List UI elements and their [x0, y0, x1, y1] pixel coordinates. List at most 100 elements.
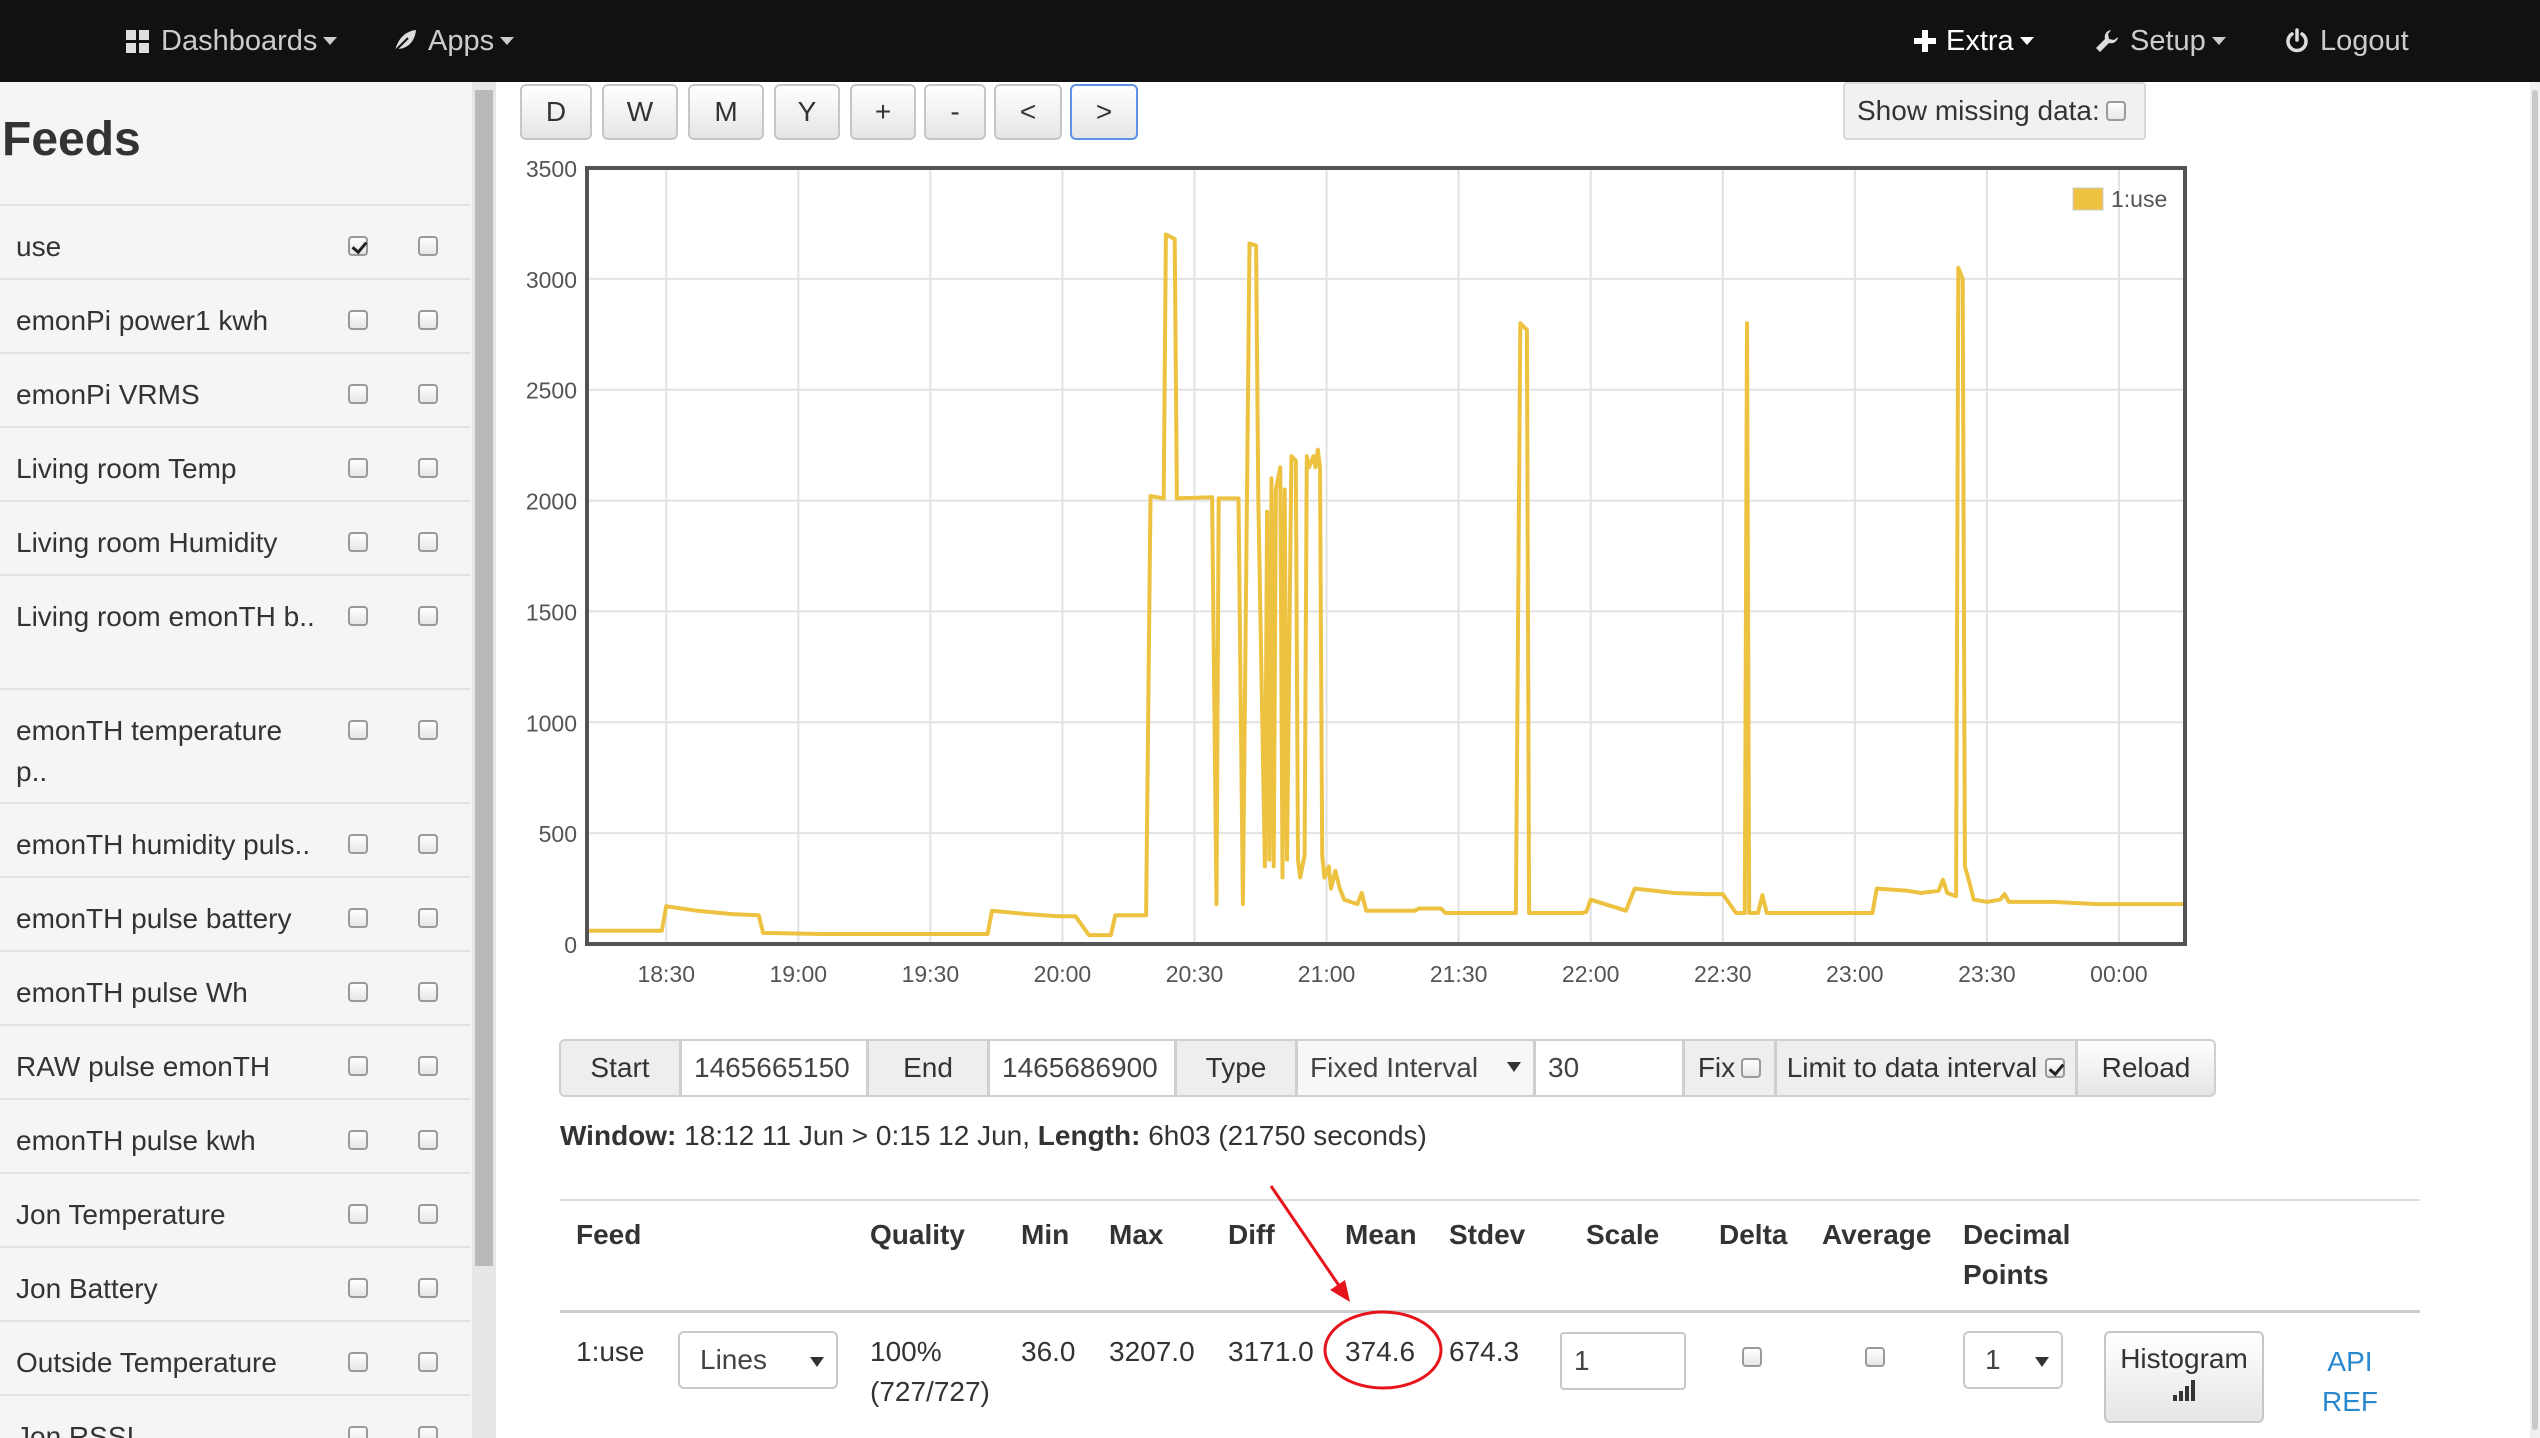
feed-row[interactable]: emonPi VRMS	[0, 352, 470, 426]
nav-setup[interactable]: Setup	[2094, 0, 2226, 82]
time-button[interactable]: M	[688, 84, 764, 140]
feed-row[interactable]: Living room emonTH b..	[0, 574, 470, 688]
legend-label: 1:use	[2111, 186, 2167, 212]
feed-row[interactable]: emonTH humidity puls..	[0, 802, 470, 876]
time-button[interactable]: +	[850, 84, 916, 140]
plot-type-select[interactable]: Lines	[678, 1331, 838, 1389]
limit-checkbox[interactable]	[2045, 1058, 2066, 1078]
reload-button[interactable]: Reload	[2076, 1039, 2216, 1097]
feed-name: Outside Temperature	[16, 1347, 277, 1378]
feed-right-axis-checkbox[interactable]	[418, 236, 438, 256]
scale-input[interactable]: 1	[1560, 1332, 1686, 1390]
feed-right-axis-checkbox[interactable]	[418, 1056, 438, 1076]
nav-apps[interactable]: Apps	[392, 0, 515, 82]
time-button[interactable]: <	[994, 84, 1062, 140]
nav-dashboards[interactable]: Dashboards	[126, 0, 338, 82]
type-select[interactable]: Fixed Interval	[1296, 1039, 1535, 1097]
time-button[interactable]: W	[602, 84, 678, 140]
average-checkbox[interactable]	[1865, 1347, 1885, 1367]
feed-right-axis-checkbox[interactable]	[418, 310, 438, 330]
histogram-button[interactable]: Histogram	[2104, 1331, 2264, 1423]
feed-row[interactable]: Jon Battery	[0, 1246, 470, 1320]
feed-right-axis-checkbox[interactable]	[418, 532, 438, 552]
delta-checkbox[interactable]	[1742, 1347, 1762, 1367]
feed-left-axis-checkbox[interactable]	[348, 834, 368, 854]
time-button[interactable]: -	[924, 84, 986, 140]
feed-row[interactable]: emonTH pulse kwh	[0, 1098, 470, 1172]
feed-left-axis-checkbox[interactable]	[348, 908, 368, 928]
time-button[interactable]: Y	[774, 84, 840, 140]
x-tick-label: 18:30	[637, 961, 695, 987]
feed-left-axis-checkbox[interactable]	[348, 606, 368, 626]
feed-left-axis-checkbox[interactable]	[348, 532, 368, 552]
feed-left-axis-checkbox[interactable]	[348, 1204, 368, 1224]
feed-left-axis-checkbox[interactable]	[348, 1130, 368, 1150]
feed-row[interactable]: Jon Temperature	[0, 1172, 470, 1246]
plot-area	[587, 168, 2185, 944]
type-label: Type	[1175, 1039, 1297, 1097]
feed-left-axis-checkbox[interactable]	[348, 458, 368, 478]
caret-down-icon	[323, 37, 338, 45]
quality-detail: (727/727)	[870, 1376, 990, 1407]
feed-left-axis-checkbox[interactable]	[348, 236, 368, 256]
page-scrollbar-thumb[interactable]	[2532, 90, 2538, 1430]
feed-left-axis-checkbox[interactable]	[348, 310, 368, 330]
feed-left-axis-checkbox[interactable]	[348, 720, 368, 740]
nav-logout[interactable]: Logout	[2284, 0, 2409, 82]
time-button[interactable]: >	[1070, 84, 1138, 140]
interval-input[interactable]: 30	[1534, 1039, 1684, 1097]
feed-right-axis-checkbox[interactable]	[418, 1130, 438, 1150]
feed-right-axis-checkbox[interactable]	[418, 908, 438, 928]
feed-left-axis-checkbox[interactable]	[348, 1426, 368, 1438]
feed-right-axis-checkbox[interactable]	[418, 606, 438, 626]
feed-right-axis-checkbox[interactable]	[418, 1352, 438, 1372]
dashboard-grid-icon	[126, 29, 149, 53]
feed-name: Jon RSSI	[16, 1421, 135, 1438]
feed-left-axis-checkbox[interactable]	[348, 1056, 368, 1076]
feed-left-axis-checkbox[interactable]	[348, 1278, 368, 1298]
feed-right-axis-checkbox[interactable]	[418, 1426, 438, 1438]
time-button[interactable]: D	[520, 84, 592, 140]
nav-setup-label: Setup	[2130, 24, 2206, 57]
feed-row[interactable]: Outside Temperature	[0, 1320, 470, 1394]
x-tick-label: 21:30	[1430, 961, 1488, 987]
fix-checkbox[interactable]	[1741, 1058, 1762, 1078]
end-input[interactable]: 1465686900	[988, 1039, 1176, 1097]
feed-row[interactable]: use	[0, 204, 470, 278]
header-decimal: Decimal Points	[1963, 1215, 2070, 1295]
decimal-points-select[interactable]: 1	[1963, 1331, 2063, 1389]
row-diff: 3171.0	[1228, 1336, 1314, 1367]
y-tick-label: 2000	[526, 489, 577, 515]
feed-left-axis-checkbox[interactable]	[348, 384, 368, 404]
feed-row[interactable]: emonTH pulse battery	[0, 876, 470, 950]
x-tick-label: 22:00	[1562, 961, 1620, 987]
feed-name: RAW pulse emonTH	[16, 1051, 271, 1082]
x-tick-label: 22:30	[1694, 961, 1752, 987]
feed-row[interactable]: Living room Temp	[0, 426, 470, 500]
feed-right-axis-checkbox[interactable]	[418, 720, 438, 740]
feed-row[interactable]: emonTH temperature p..	[0, 688, 470, 802]
api-ref-link[interactable]: API REF	[2310, 1342, 2390, 1422]
plus-icon	[1914, 30, 1936, 52]
nav-extra[interactable]: Extra	[1914, 0, 2034, 82]
feed-row[interactable]: Jon RSSI	[0, 1394, 470, 1438]
feed-right-axis-checkbox[interactable]	[418, 834, 438, 854]
feed-row[interactable]: RAW pulse emonTH	[0, 1024, 470, 1098]
feed-right-axis-checkbox[interactable]	[418, 384, 438, 404]
sidebar-scrollbar-thumb[interactable]	[475, 90, 493, 1266]
feed-left-axis-checkbox[interactable]	[348, 982, 368, 1002]
length-value: 6h03 (21750 seconds)	[1140, 1120, 1427, 1151]
feed-right-axis-checkbox[interactable]	[418, 982, 438, 1002]
feed-row[interactable]: Living room Humidity	[0, 500, 470, 574]
feed-row[interactable]: emonTH pulse Wh	[0, 950, 470, 1024]
feed-row[interactable]: emonPi power1 kwh	[0, 278, 470, 352]
feed-right-axis-checkbox[interactable]	[418, 1278, 438, 1298]
feed-left-axis-checkbox[interactable]	[348, 1352, 368, 1372]
feed-right-axis-checkbox[interactable]	[418, 458, 438, 478]
feed-chart[interactable]: 0 500 1000 1500 2000 2500 3000 3500 18:30 19:00 19…	[500, 150, 2210, 990]
window-info: Window: 18:12 11 Jun > 0:15 12 Jun, Leng…	[560, 1120, 1427, 1152]
length-label: Length:	[1030, 1120, 1141, 1151]
feed-right-axis-checkbox[interactable]	[418, 1204, 438, 1224]
show-missing-checkbox[interactable]	[2105, 101, 2126, 121]
start-input[interactable]: 1465665150	[680, 1039, 868, 1097]
